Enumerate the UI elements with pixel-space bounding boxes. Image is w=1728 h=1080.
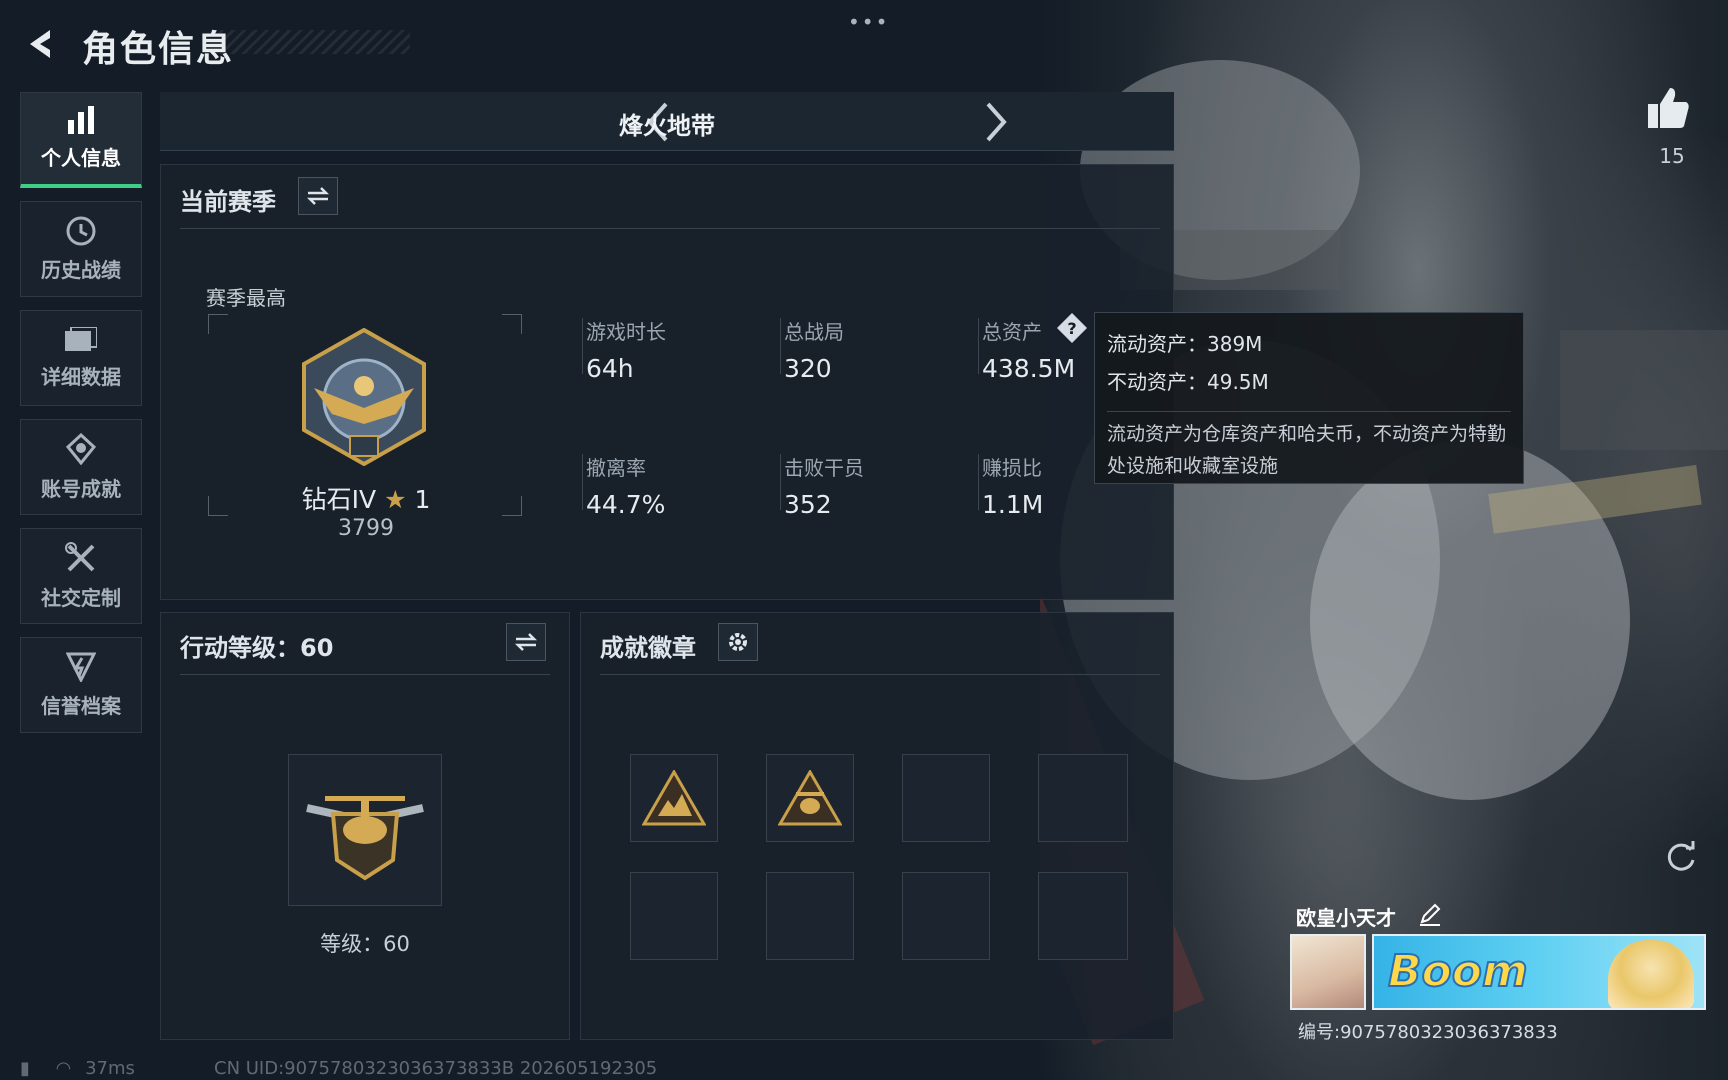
cn-uid: CN UID:9075780323036373833B 202605192305 [214, 1058, 658, 1079]
sidebar-item-label: 历史战绩 [41, 257, 121, 282]
achievement-empty-slot[interactable] [902, 754, 990, 842]
stat-label-playtime: 游戏时长 [586, 320, 666, 344]
swap-icon [306, 187, 330, 205]
achievement-badge-slot[interactable] [766, 754, 854, 842]
stat-label-total-assets: 总资产 [982, 320, 1042, 344]
season-title: 当前赛季 [180, 188, 276, 216]
achievement-empty-slot[interactable] [766, 872, 854, 960]
bar-chart-icon [68, 106, 94, 134]
level-emblem-frame [288, 754, 442, 906]
stat-value-total-assets: 438.5M [982, 354, 1076, 383]
network-status: ▮ ◠ 37ms [20, 1058, 135, 1079]
rank-name: 钻石IV [301, 485, 377, 514]
ping-value: 37ms [85, 1058, 135, 1079]
sidebar-item-label: 信誉档案 [41, 693, 121, 718]
stat-divider [978, 454, 979, 510]
achievement-badge-slot[interactable] [630, 754, 718, 842]
banner-text: Boom [1387, 945, 1529, 998]
action-level-title: 行动等级：60 [180, 634, 334, 662]
stat-divider [780, 318, 781, 374]
achievements-settings-button[interactable] [718, 623, 758, 661]
medal-icon [66, 432, 96, 465]
rank-line: 钻石IV ★ 1 [296, 480, 436, 516]
sidebar-item-credit[interactable]: 信誉档案 [20, 637, 142, 733]
sidebar-item-achievements[interactable]: 账号成就 [20, 419, 142, 515]
tools-icon [65, 541, 95, 571]
sidebar-item-label: 社交定制 [41, 585, 121, 610]
stat-divider [582, 318, 583, 374]
achievement-empty-slot[interactable] [1038, 754, 1128, 842]
assets-tooltip: 流动资产：389M 不动资产：49.5M 流动资产为仓库资产和哈夫币，不动资产为… [1094, 312, 1524, 484]
helicopter-emblem-icon [306, 796, 424, 881]
stat-value-playtime: 64h [586, 354, 634, 383]
stat-label-operators-defeated: 击败干员 [784, 456, 864, 480]
achievement-empty-slot[interactable] [1038, 872, 1128, 960]
diamond-rank-emblem-icon [302, 328, 426, 466]
achievement-badge-icon [642, 770, 706, 826]
swap-icon [514, 633, 538, 651]
sidebar-item-label: 个人信息 [41, 146, 121, 170]
player-name: 欧皇小天才 [1296, 906, 1396, 930]
tooltip-liquid-assets: 流动资产：389M [1107, 332, 1263, 356]
divider [180, 674, 550, 675]
stat-divider [582, 454, 583, 510]
stat-label-total-matches: 总战局 [784, 320, 844, 344]
season-best-label: 赛季最高 [206, 286, 286, 310]
sidebar-item-social[interactable]: 社交定制 [20, 528, 142, 624]
more-options-icon[interactable]: ••• [848, 10, 889, 34]
stat-value-operators-defeated: 352 [784, 490, 832, 519]
stat-divider [978, 318, 979, 374]
tooltip-note: 流动资产为仓库资产和哈夫币，不动资产为特勤处设施和收藏室设施 [1107, 411, 1511, 482]
rotate-icon[interactable] [1664, 840, 1698, 874]
sidebar-item-label: 账号成就 [41, 476, 121, 501]
sidebar: 个人信息 历史战绩 详细数据 账号成就 社交定制 信誉档案 [20, 92, 144, 746]
stat-value-total-matches: 320 [784, 354, 832, 383]
rank-points: 3799 [338, 516, 394, 541]
svg-text:?: ? [1067, 319, 1076, 338]
battery-icon: ▮ [20, 1058, 30, 1079]
rank-stars: 1 [414, 485, 431, 514]
level-text: 等级：60 [320, 932, 410, 956]
page-title: 角色信息 [82, 29, 235, 70]
stat-label-extraction-rate: 撤离率 [586, 456, 646, 480]
season-switch-button[interactable] [298, 177, 338, 215]
wifi-icon: ◠ [55, 1058, 72, 1079]
stat-label-profit-loss: 赚损比 [982, 456, 1042, 480]
back-arrow-icon[interactable] [20, 24, 60, 64]
achievements-title: 成就徽章 [600, 634, 696, 662]
stat-value-profit-loss: 1.1M [982, 490, 1044, 519]
mode-title: 烽火地带 [619, 112, 715, 140]
achievement-empty-slot[interactable] [630, 872, 718, 960]
sidebar-item-label: 详细数据 [41, 364, 121, 389]
mode-selector: 烽火地带 [160, 92, 1174, 151]
stat-divider [780, 454, 781, 510]
stat-value-extraction-rate: 44.7% [586, 490, 666, 519]
like-count: 15 [1659, 144, 1685, 168]
shield-lightning-icon [66, 652, 96, 682]
help-icon[interactable]: ? [1056, 312, 1088, 344]
thumbs-up-icon[interactable] [1646, 86, 1690, 130]
title-decoration [220, 30, 410, 54]
clock-history-icon [66, 216, 96, 245]
sidebar-item-detailed-data[interactable]: 详细数据 [20, 310, 142, 406]
tooltip-fixed-assets: 不动资产：49.5M [1107, 370, 1269, 394]
star-icon: ★ [384, 485, 407, 514]
edit-name-icon[interactable] [1418, 902, 1442, 926]
achievement-badge-icon [778, 770, 842, 826]
action-level-switch-button[interactable] [506, 623, 546, 661]
banner-character [1608, 940, 1694, 1008]
gear-icon [729, 633, 747, 651]
achievement-empty-slot[interactable] [902, 872, 990, 960]
sidebar-item-personal-info[interactable]: 个人信息 [20, 92, 142, 188]
divider [180, 228, 1160, 229]
player-banner[interactable]: Boom [1372, 934, 1706, 1010]
divider [600, 674, 1160, 675]
player-id: 编号:9075780323036373833 [1298, 1022, 1558, 1043]
folder-icon [65, 326, 97, 351]
next-mode-arrow-icon[interactable] [980, 102, 1010, 142]
avatar[interactable] [1290, 934, 1366, 1010]
sidebar-item-history[interactable]: 历史战绩 [20, 201, 142, 297]
